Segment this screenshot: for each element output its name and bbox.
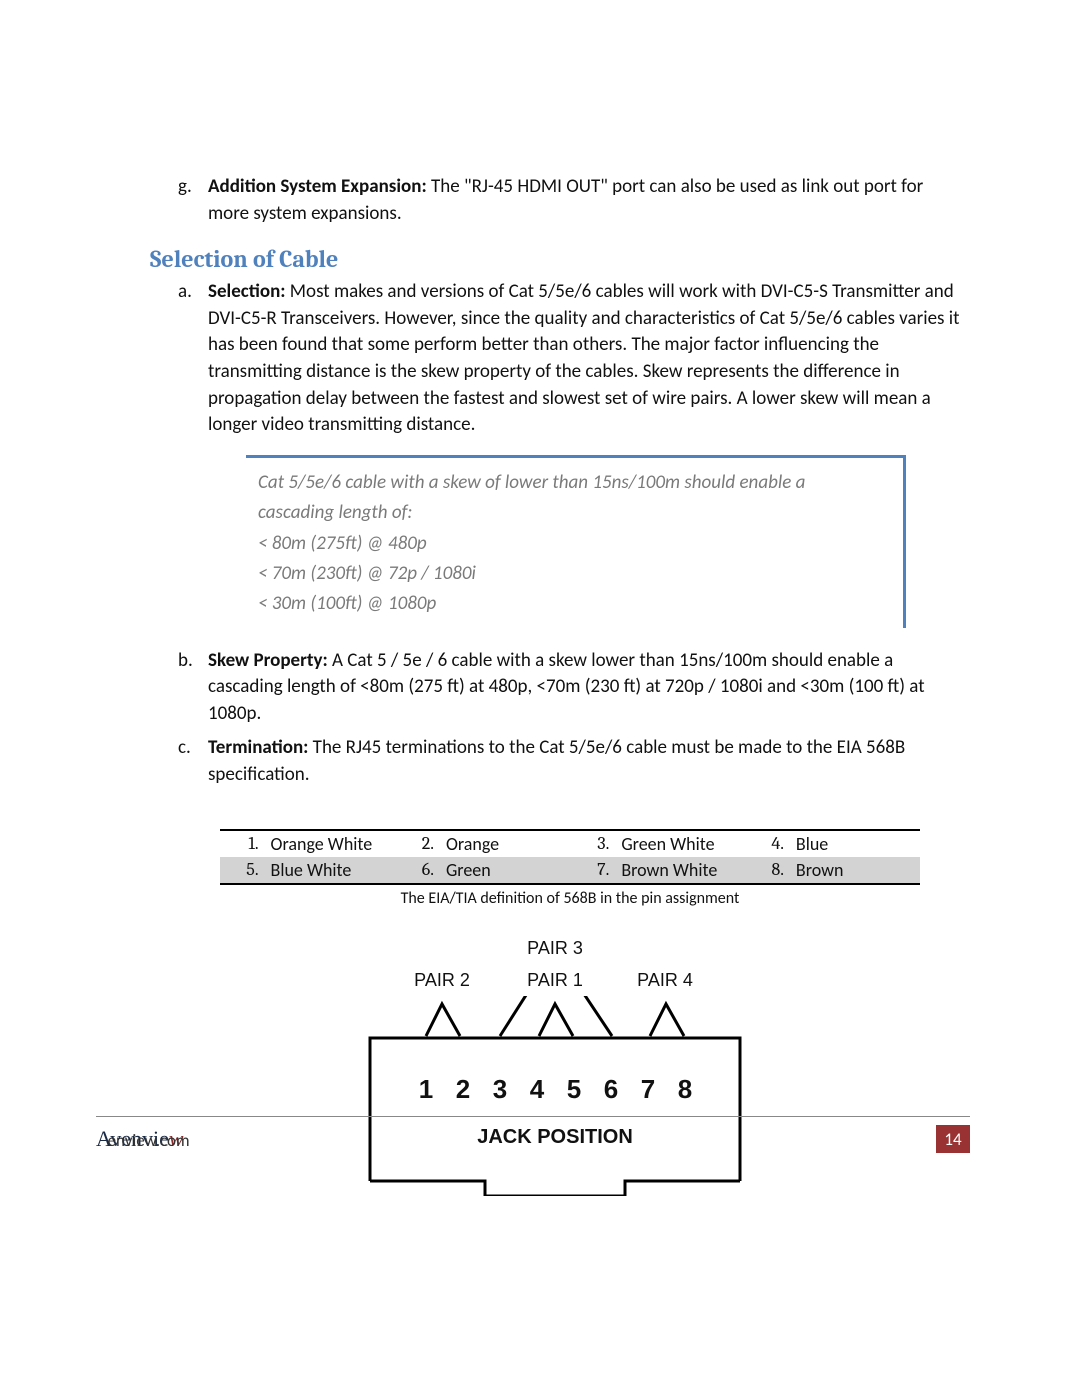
list-item-g: g. Addition System Expansion: The "RJ-45…	[178, 174, 960, 227]
pin-color: Blue White	[265, 857, 396, 884]
pin-number: 6.	[395, 857, 440, 884]
page-number: 14	[936, 1125, 970, 1153]
pin-assignment-table: 1. Orange White 2. Orange 3. Green White…	[220, 829, 920, 885]
pin-color: Orange	[440, 830, 571, 857]
list-body: Termination: The RJ45 terminations to th…	[208, 735, 960, 788]
footer-row: Avenview enview.com 14	[96, 1117, 970, 1153]
pin-number-label: 1	[419, 1074, 433, 1105]
list-item-a: a. Selection: Most makes and versions of…	[178, 279, 960, 439]
callout-box: Cat 5/5e/6 cable with a skew of lower th…	[246, 455, 906, 628]
pin-number-label: 8	[678, 1074, 692, 1105]
pin-number: 3.	[571, 830, 616, 857]
pin-color: Blue	[790, 830, 920, 857]
table-row: 5. Blue White 6. Green 7. Brown White 8.…	[220, 857, 920, 884]
pin-number: 5.	[220, 857, 265, 884]
callout-line: Cat 5/5e/6 cable with a skew of lower th…	[258, 468, 885, 529]
list-body: Skew Property: A Cat 5 / 5e / 6 cable wi…	[208, 648, 960, 728]
list-item-text: Most makes and versions of Cat 5/5e/6 ca…	[208, 280, 959, 436]
pin-color: Brown White	[615, 857, 745, 884]
pin-color: Green	[440, 857, 571, 884]
list-body: Addition System Expansion: The "RJ-45 HD…	[208, 174, 960, 227]
list-item-label: Skew Property:	[208, 649, 328, 672]
pin-color: Orange White	[265, 830, 396, 857]
callout-line: < 70m (230ft) @ 72p / 1080i	[258, 559, 885, 589]
list-item-label: Selection:	[208, 280, 286, 303]
pair-label-row-top: PAIR 3	[340, 938, 770, 970]
pin-number-label: 6	[604, 1074, 618, 1105]
list-marker: a.	[178, 279, 208, 439]
pair-label: PAIR 3	[527, 938, 583, 959]
callout-line: < 30m (100ft) @ 1080p	[258, 589, 885, 619]
pin-number-label: 4	[530, 1074, 544, 1105]
list-body: Selection: Most makes and versions of Ca…	[208, 279, 960, 439]
pair-label: PAIR 1	[527, 970, 583, 991]
list-item-c: c. Termination: The RJ45 terminations to…	[178, 735, 960, 788]
pin-number: 2.	[395, 830, 440, 857]
list-item-label: Termination:	[208, 736, 308, 759]
pin-number-label: 3	[493, 1074, 507, 1105]
pin-number: 7.	[571, 857, 616, 884]
jack-diagram: PAIR 3 PAIR 2 PAIR 1 PAIR 4	[340, 938, 770, 1196]
pin-number-label: 2	[456, 1074, 470, 1105]
site-url: enview.com	[108, 1130, 190, 1151]
pin-number-label: 5	[567, 1074, 581, 1105]
list-marker: c.	[178, 735, 208, 788]
page-footer: Avenview enview.com 14	[96, 1116, 970, 1153]
pair-label-row-bottom: PAIR 2 PAIR 1 PAIR 4	[340, 970, 770, 1002]
pin-number: 8.	[745, 857, 790, 884]
callout-line: < 80m (275ft) @ 480p	[258, 529, 885, 559]
table-row: 1. Orange White 2. Orange 3. Green White…	[220, 830, 920, 857]
table-caption: The EIA/TIA definition of 568B in the pi…	[220, 889, 920, 908]
jack-svg-icon	[340, 996, 770, 1196]
list-marker: b.	[178, 648, 208, 728]
pin-number: 1.	[220, 830, 265, 857]
pin-number: 4.	[745, 830, 790, 857]
pair-label: PAIR 4	[637, 970, 693, 991]
pin-color: Brown	[790, 857, 920, 884]
list-marker: g.	[178, 174, 208, 227]
pair-label: PAIR 2	[414, 970, 470, 991]
pin-number-label: 7	[641, 1074, 655, 1105]
list-item-label: Addition System Expansion:	[208, 175, 427, 198]
document-page: g. Addition System Expansion: The "RJ-45…	[0, 0, 1080, 1397]
section-heading: Selection of Cable	[150, 245, 960, 273]
pin-color: Green White	[615, 830, 745, 857]
list-item-b: b. Skew Property: A Cat 5 / 5e / 6 cable…	[178, 648, 960, 728]
list-item-text: The RJ45 terminations to the Cat 5/5e/6 …	[208, 736, 905, 786]
